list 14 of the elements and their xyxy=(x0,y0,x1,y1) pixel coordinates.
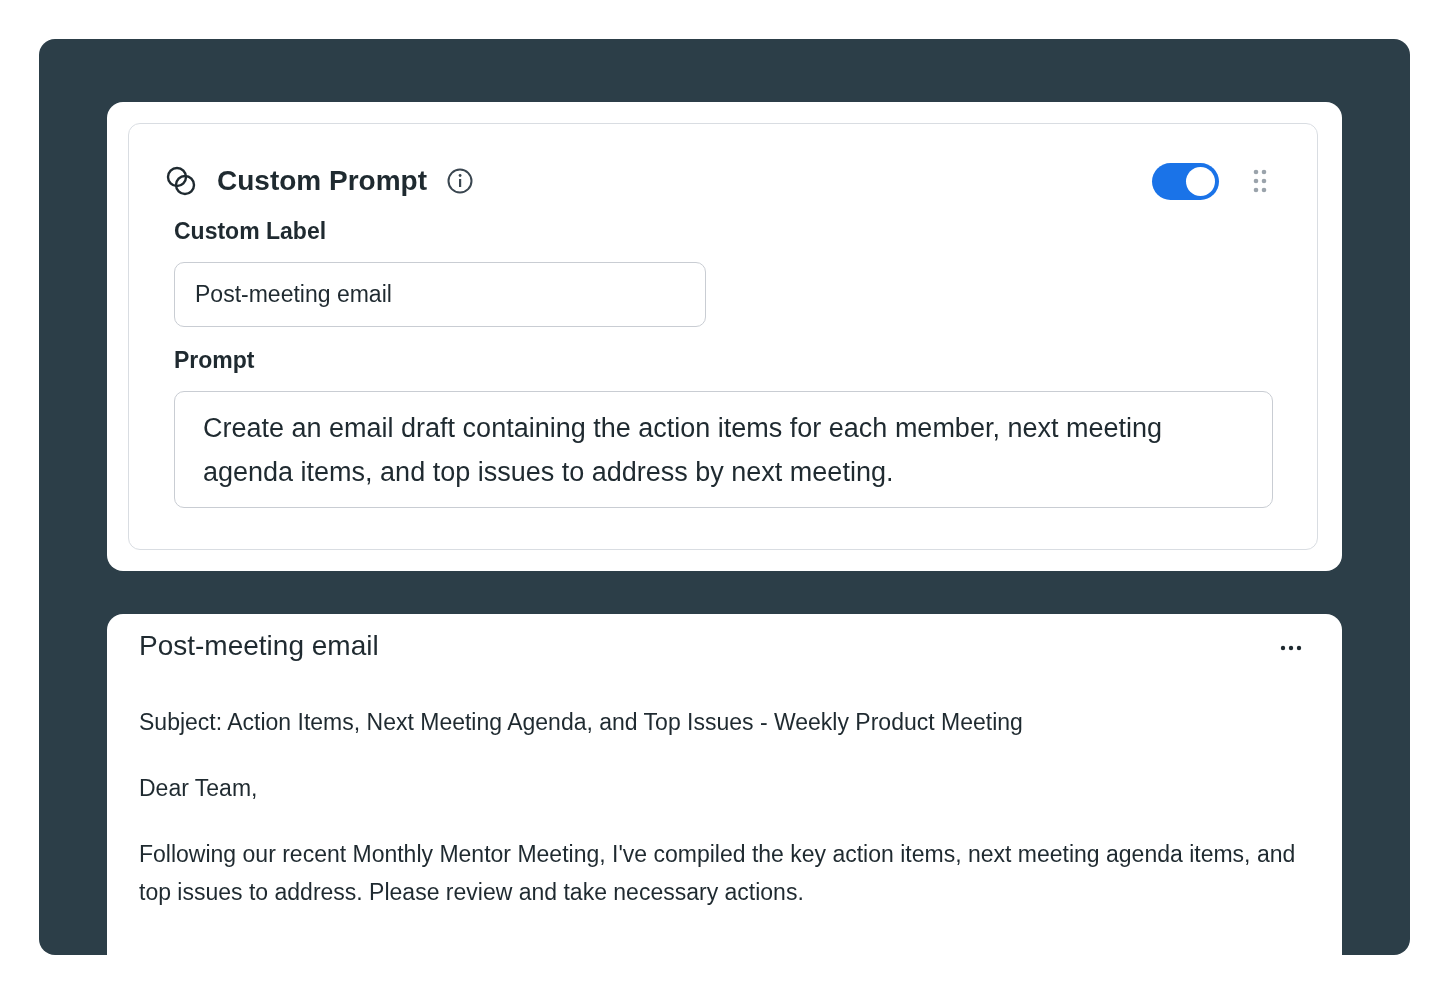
prompt-textarea[interactable]: Create an email draft containing the action items for each member, next meeting agenda items, and top issues to address by next meeting. xyxy=(174,391,1273,508)
email-paragraph: Following our recent Monthly Mentor Meeting, I've compiled the key action items, next meeting agenda items, and top issues to address. Please review and take necessary actions. xyxy=(139,840,1297,907)
email-paragraph: Subject: Action Items, Next Meeting Agenda, and Top Issues - Weekly Product Meeting xyxy=(139,708,1024,737)
toggle-switch[interactable] xyxy=(1152,162,1219,200)
info-icon[interactable] xyxy=(447,168,473,194)
label-input[interactable]: Post-meeting email xyxy=(174,262,706,327)
more-icon xyxy=(1280,644,1302,651)
field-label: Prompt xyxy=(174,347,256,374)
card-title: Post-meeting email xyxy=(139,630,379,662)
overlapping-circles-icon xyxy=(165,165,197,197)
card-title: Custom Prompt xyxy=(217,165,427,197)
email-paragraph: Dear Team, xyxy=(139,774,259,803)
field-label: Custom Label xyxy=(174,218,328,245)
drag-handle-icon[interactable] xyxy=(1253,169,1267,193)
